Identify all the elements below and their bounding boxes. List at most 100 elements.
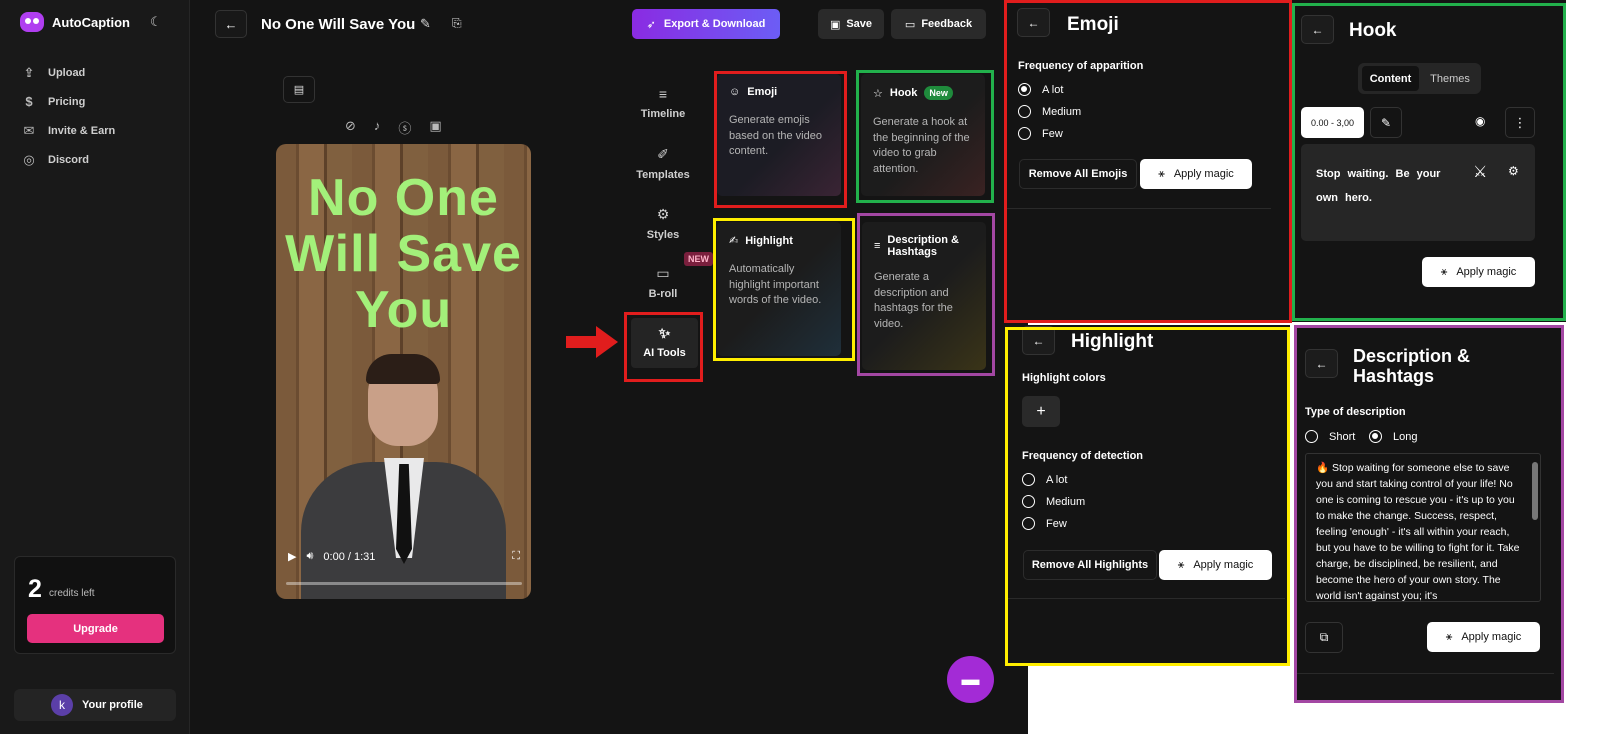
moon-icon[interactable]: ☾ (150, 14, 162, 30)
hook-back-button[interactable]: ← (1301, 15, 1334, 44)
card-description: Generate a hook at the beginning of the … (873, 116, 970, 175)
brand-name: AutoCaption (52, 14, 130, 30)
emoji-tool-card[interactable]: ☺ Emoji Generate emojis based on the vide… (717, 74, 841, 196)
sidebar-item-invite[interactable]: ✉ Invite & Earn (22, 116, 116, 145)
card-description: Generate a description and hashtags for … (874, 271, 953, 330)
shorts-icon[interactable]: ⓢ (398, 118, 411, 137)
tiktok-icon[interactable]: ♪ (374, 118, 381, 137)
rail-item-broll[interactable]: ▭ B-roll (628, 265, 698, 300)
hook-text-box[interactable]: Stop waiting. Be your own hero. ⚔ ⚙ (1301, 144, 1535, 241)
hook-panel-title: Hook (1349, 20, 1397, 41)
video-preview[interactable]: No One Will Save You ▶ 🔊︎ 0:00 / 1:31 ⛶ (276, 144, 531, 599)
highlight-apply-magic-button[interactable]: ⚹ Apply magic (1159, 550, 1272, 580)
highlight-tool-card[interactable]: ✍ Highlight Automatically highlight impor… (717, 222, 841, 356)
hook-tool-card[interactable]: ☆ Hook New Generate a hook at the beginnin… (861, 74, 985, 196)
radio-label: Medium (1042, 105, 1082, 118)
export-download-button[interactable]: ➶ Export & Download (632, 9, 780, 39)
editor-app: AutoCaption ☾ ⇪ Upload $ Pricing ✉ Invite &… (0, 0, 1028, 734)
highlight-back-button[interactable]: ← (1022, 326, 1055, 355)
chat-button[interactable]: ▬ (947, 656, 994, 703)
remove-all-highlights-button[interactable]: Remove All Highlights (1023, 550, 1157, 580)
upgrade-button[interactable]: Upgrade (27, 614, 164, 643)
copy-button[interactable]: ⧉ (1305, 622, 1343, 653)
tab-content[interactable]: Content (1362, 66, 1419, 91)
rail-item-styles[interactable]: ⚙ Styles (628, 206, 698, 241)
profile-button[interactable]: k Your profile (14, 689, 176, 721)
chat-icon: ▬ (961, 669, 980, 689)
video-caption: No One Will Save You (285, 169, 522, 339)
rail-label: AI Tools (643, 347, 686, 359)
highlight-option-a-lot[interactable]: A lot (1022, 473, 1067, 486)
platform-selector: ⊘ ♪ ⓢ ▣ (345, 118, 442, 137)
no-platform-icon[interactable]: ⊘ (345, 118, 356, 137)
radio-label: Medium (1046, 495, 1086, 508)
magic-wand-icon: ⚹ (1158, 167, 1165, 180)
highlight-option-medium[interactable]: Medium (1022, 495, 1085, 508)
project-title: No One Will Save You (261, 16, 416, 33)
brand[interactable]: AutoCaption (20, 12, 130, 32)
feedback-button[interactable]: ▭ Feedback (891, 9, 986, 39)
apply-label: Apply magic (1456, 266, 1517, 278)
description-textarea[interactable]: 🔥 Stop waiting for someone else to save … (1305, 453, 1541, 602)
sidebar: AutoCaption ☾ ⇪ Upload $ Pricing ✉ Invite &… (0, 0, 190, 734)
hook-edit-button[interactable]: ✎ (1370, 107, 1402, 138)
eye-icon[interactable]: ◉ (1475, 114, 1485, 128)
description-apply-magic-button[interactable]: ⚹ Apply magic (1427, 622, 1540, 652)
pencil-icon[interactable]: ✎ (420, 16, 431, 32)
add-color-button[interactable]: + (1022, 396, 1060, 427)
radio-icon (1022, 495, 1035, 508)
description-panel-title: Description & Hashtags (1353, 346, 1471, 386)
reels-icon[interactable]: ▣ (429, 118, 441, 137)
remove-all-emojis-button[interactable]: Remove All Emojis (1019, 159, 1137, 189)
rail-item-templates[interactable]: ✐ Templates (628, 146, 698, 181)
sidebar-item-pricing[interactable]: $ Pricing (22, 87, 115, 116)
emoji-back-button[interactable]: ← (1017, 8, 1050, 37)
gear-icon[interactable]: ⚙ (1508, 164, 1519, 178)
timeline-icon: ≡ (658, 86, 668, 102)
emoji-option-few[interactable]: Few (1018, 127, 1063, 140)
hook-more-button[interactable]: ⋮ (1505, 107, 1535, 138)
rail-item-ai-tools[interactable]: ✨︎ AI Tools (631, 318, 698, 368)
folder-icon[interactable]: ⎘ (452, 16, 462, 31)
hook-time-range[interactable]: 0.00 - 3,00 (1301, 107, 1364, 138)
description-option-short[interactable]: Short (1305, 430, 1355, 443)
radio-icon (1018, 127, 1031, 140)
file-button[interactable]: ▤ (283, 76, 315, 103)
description-panel: ← Description & Hashtags Type of descrip… (1294, 325, 1564, 702)
rail-label: Styles (646, 229, 680, 241)
back-button[interactable]: ← (215, 10, 247, 38)
highlight-panel: ← Highlight Highlight colors + Frequency… (1005, 325, 1290, 665)
radio-icon (1305, 430, 1318, 443)
scrollbar-thumb[interactable] (1532, 462, 1538, 520)
rail-label: Templates (636, 169, 690, 181)
feedback-label: Feedback (921, 18, 973, 30)
file-icon: ▤ (293, 84, 305, 96)
description-tool-card[interactable]: ≡ Description & Hashtags Generate a descr… (862, 222, 986, 370)
fullscreen-icon[interactable]: ⛶ (512, 550, 520, 563)
radio-selected-icon (1018, 83, 1031, 96)
new-badge: NEW (684, 252, 713, 266)
tab-themes[interactable]: Themes (1424, 66, 1476, 91)
emoji-option-a-lot[interactable]: A lot (1018, 83, 1063, 96)
save-button[interactable]: ▣ Save (818, 9, 884, 39)
hook-tabs: Content Themes (1358, 63, 1481, 94)
description-back-button[interactable]: ← (1305, 349, 1338, 378)
rail-item-timeline[interactable]: ≡ Timeline (628, 86, 698, 120)
new-badge: New (924, 86, 953, 100)
description-option-long[interactable]: Long (1369, 430, 1417, 443)
play-icon[interactable]: ▶ (288, 550, 296, 563)
volume-icon[interactable]: 🔊︎ (306, 550, 313, 563)
apply-label: Apply magic (1193, 559, 1254, 571)
sidebar-item-upload[interactable]: ⇪ Upload (22, 58, 115, 87)
sidebar-item-discord[interactable]: ◎ Discord (22, 145, 115, 174)
highlight-colors-label: Highlight colors (1022, 372, 1106, 384)
video-progress-bar[interactable] (286, 582, 522, 585)
rail-label: B-roll (648, 288, 678, 300)
highlight-option-few[interactable]: Few (1022, 517, 1067, 530)
radio-label: A lot (1046, 473, 1068, 486)
emoji-option-medium[interactable]: Medium (1018, 105, 1081, 118)
hook-apply-magic-button[interactable]: ⚹ Apply magic (1422, 257, 1535, 287)
arrow-left-icon: ← (1032, 333, 1045, 348)
profile-label: Your profile (82, 699, 143, 711)
emoji-apply-magic-button[interactable]: ⚹ Apply magic (1140, 159, 1252, 189)
